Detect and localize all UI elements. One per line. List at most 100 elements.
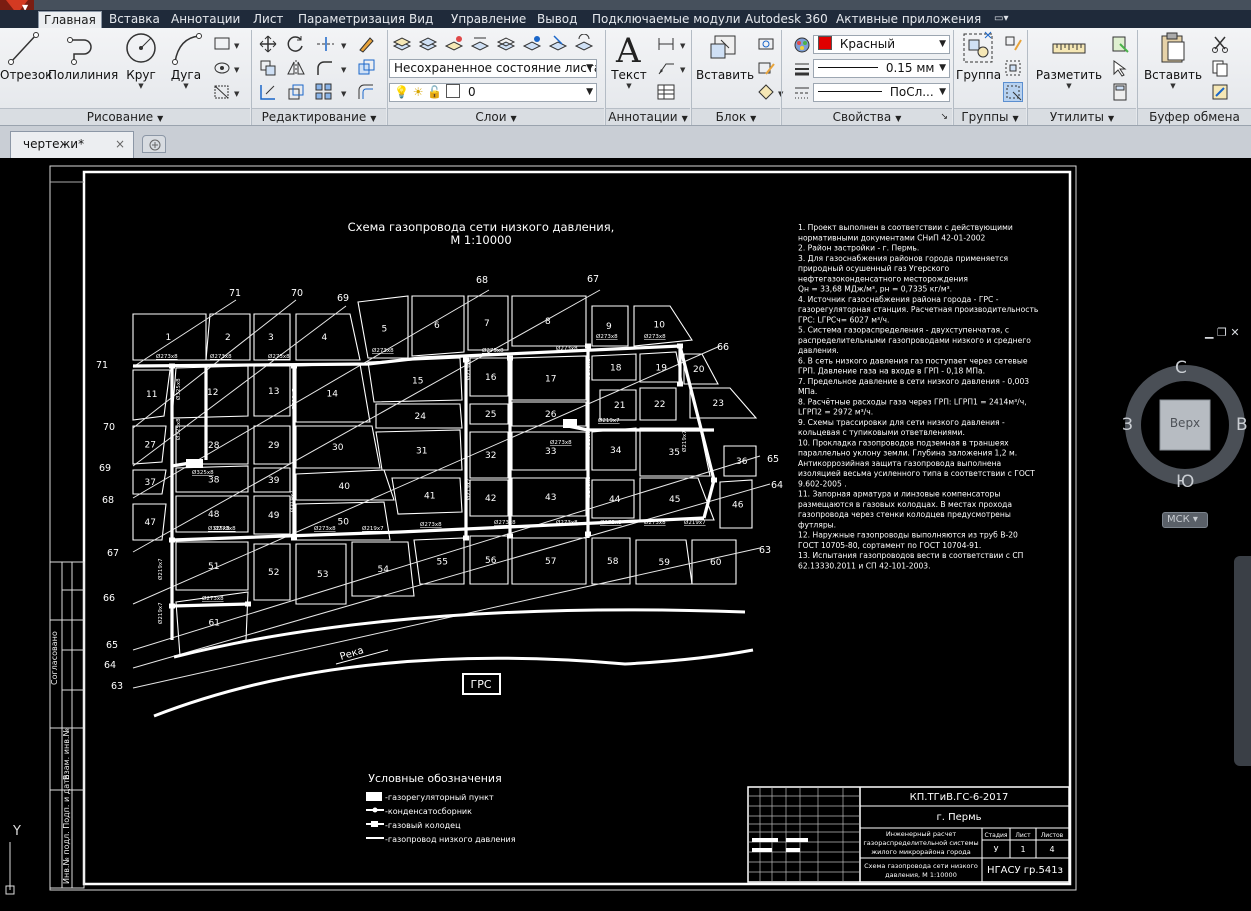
modify-panel-title[interactable]: Редактирование ▼: [252, 108, 386, 125]
navigation-bar[interactable]: [1234, 556, 1251, 766]
tab-insert[interactable]: Вставка: [104, 11, 165, 28]
tb-stage-header: Листов: [1041, 832, 1064, 839]
leader-icon[interactable]: ▼: [656, 58, 690, 78]
tab-view[interactable]: Вид: [404, 11, 438, 28]
cut-icon[interactable]: [1210, 34, 1230, 54]
circle-button[interactable]: Круг ▼: [120, 30, 162, 106]
tab-layout[interactable]: Лист: [248, 11, 288, 28]
annotations-panel-title[interactable]: Аннотации ▼: [606, 108, 690, 125]
autocad-window: ▼ Главная Вставка Аннотации Лист Парамет…: [0, 0, 1251, 911]
tab-manage[interactable]: Управление: [446, 11, 531, 28]
properties-panel-title[interactable]: Свойства ▼ ↘: [782, 108, 952, 125]
erase-icon[interactable]: [356, 34, 376, 54]
layer-off-icon[interactable]: [470, 34, 490, 54]
insert-block-button[interactable]: Вставить: [696, 30, 754, 106]
linetype-icon[interactable]: [792, 83, 812, 103]
close-icon[interactable]: ×: [115, 132, 125, 157]
clipboard-panel-title[interactable]: Буфер обмена: [1138, 108, 1251, 125]
tab-output[interactable]: Вывод: [532, 11, 582, 28]
tb-sheet-title: Схема газопровода сети низкого: [864, 862, 978, 870]
chevron-down-icon[interactable]: ▼: [120, 82, 162, 90]
restore-icon[interactable]: ❐: [1217, 326, 1227, 339]
new-tab-button[interactable]: [142, 135, 166, 153]
paste-button[interactable]: Вставить ▼: [1140, 30, 1206, 106]
compass-west[interactable]: З: [1122, 415, 1133, 435]
tab-plugins[interactable]: Подключаемые модули: [587, 11, 746, 28]
hatch-icon[interactable]: ▼: [212, 58, 240, 78]
edit-block-icon[interactable]: [756, 58, 776, 78]
wcs-menu[interactable]: МСК ▾: [1162, 512, 1208, 528]
layer-properties-icon[interactable]: [392, 34, 412, 54]
layer-match-icon[interactable]: [548, 34, 568, 54]
table-icon[interactable]: [656, 82, 676, 102]
drawing-canvas[interactable]: Инв.№ подл. Подп. и дата Взам. инв.№ Сог…: [0, 158, 1251, 911]
color-select[interactable]: Красный ▼: [813, 35, 950, 54]
chevron-down-icon[interactable]: ▼: [608, 82, 650, 90]
layer-state-select[interactable]: Несохраненное состояние листа ▼: [389, 59, 597, 78]
trim-icon[interactable]: ▼: [314, 34, 350, 54]
block-panel-title[interactable]: Блок ▼: [692, 108, 780, 125]
polyline-button[interactable]: Полилиния: [48, 30, 118, 106]
create-block-icon[interactable]: [756, 34, 776, 54]
arc-button[interactable]: Дуга ▼: [166, 30, 206, 106]
layers-panel-title[interactable]: Слои ▼: [388, 108, 604, 125]
minimize-icon[interactable]: ▁: [1205, 326, 1213, 339]
copy-clip-icon[interactable]: [1210, 58, 1230, 78]
chevron-down-icon[interactable]: ▼: [1140, 82, 1206, 90]
tab-annotate[interactable]: Аннотации: [166, 11, 245, 28]
scale-icon[interactable]: [286, 82, 306, 102]
compass-north[interactable]: С: [1175, 358, 1187, 378]
tab-featured-apps[interactable]: Активные приложения: [831, 11, 986, 28]
close-icon[interactable]: ✕: [1230, 326, 1239, 339]
compass-south[interactable]: Ю: [1176, 472, 1194, 492]
utilities-panel-title[interactable]: Утилиты ▼: [1028, 108, 1136, 125]
rotate-icon[interactable]: [286, 34, 306, 54]
viewcube[interactable]: С Ю З В Верх: [1120, 354, 1251, 494]
layer-unisolate-icon[interactable]: [522, 34, 542, 54]
viewport-window-controls[interactable]: ▁ ❐ ✕: [1205, 326, 1251, 340]
ribbon-options-icon[interactable]: ▭▾: [994, 13, 1018, 25]
copy-icon[interactable]: [258, 58, 278, 78]
compass-east[interactable]: В: [1236, 415, 1248, 435]
rectangle-icon[interactable]: ▼: [212, 34, 240, 54]
document-tab[interactable]: чертежи* ×: [10, 131, 134, 158]
array-icon[interactable]: ▼: [314, 82, 350, 102]
chevron-down-icon[interactable]: ▼: [166, 82, 206, 90]
draw-panel-title[interactable]: Рисование ▼: [0, 108, 250, 125]
explode-icon[interactable]: [356, 58, 376, 78]
groups-panel-title[interactable]: Группы ▼: [954, 108, 1026, 125]
block-number: 38: [208, 476, 220, 486]
line-button[interactable]: Отрезок: [0, 30, 52, 106]
lineweight-select[interactable]: 0.15 мм ▼: [813, 59, 950, 78]
group-button[interactable]: Группа: [956, 30, 1001, 106]
layer-select[interactable]: 💡 ☀ 🔓 0 ▼: [389, 83, 597, 102]
tab-home[interactable]: Главная: [38, 11, 102, 28]
mirror-icon[interactable]: [286, 58, 306, 78]
tab-autodesk-360[interactable]: Autodesk 360: [740, 11, 833, 28]
layer-isolate-icon[interactable]: [496, 34, 516, 54]
calculator-icon[interactable]: [1110, 82, 1130, 102]
chevron-down-icon[interactable]: ▼: [1034, 82, 1104, 90]
fillet-icon[interactable]: ▼: [314, 58, 350, 78]
linetype-select[interactable]: ПоСл... ▼: [813, 83, 950, 102]
block-number: 2: [225, 333, 231, 343]
move-icon[interactable]: [258, 34, 278, 54]
dimension-icon[interactable]: ▼: [656, 34, 690, 54]
layer-walk-icon[interactable]: [574, 33, 594, 54]
lineweight-icon[interactable]: [792, 59, 812, 79]
match-properties-icon[interactable]: [792, 35, 812, 55]
ungroup-icon[interactable]: [1003, 34, 1023, 54]
text-button[interactable]: A Текст ▼: [608, 30, 650, 106]
offset-icon[interactable]: [356, 82, 376, 102]
tab-parametric[interactable]: Параметризация: [293, 11, 410, 28]
select-all-icon[interactable]: [1110, 58, 1130, 78]
group-edit-icon[interactable]: [1003, 58, 1023, 78]
quick-select-icon[interactable]: [1110, 34, 1130, 54]
measure-button[interactable]: Разметить ▼: [1034, 30, 1104, 106]
layer-states-icon[interactable]: [418, 34, 438, 54]
gradient-icon[interactable]: ▼: [212, 82, 240, 102]
layer-freeze-icon[interactable]: [444, 34, 464, 54]
group-selection-toggle[interactable]: [1003, 82, 1023, 102]
stretch-icon[interactable]: [258, 82, 278, 102]
match-props-icon[interactable]: [1210, 82, 1230, 102]
